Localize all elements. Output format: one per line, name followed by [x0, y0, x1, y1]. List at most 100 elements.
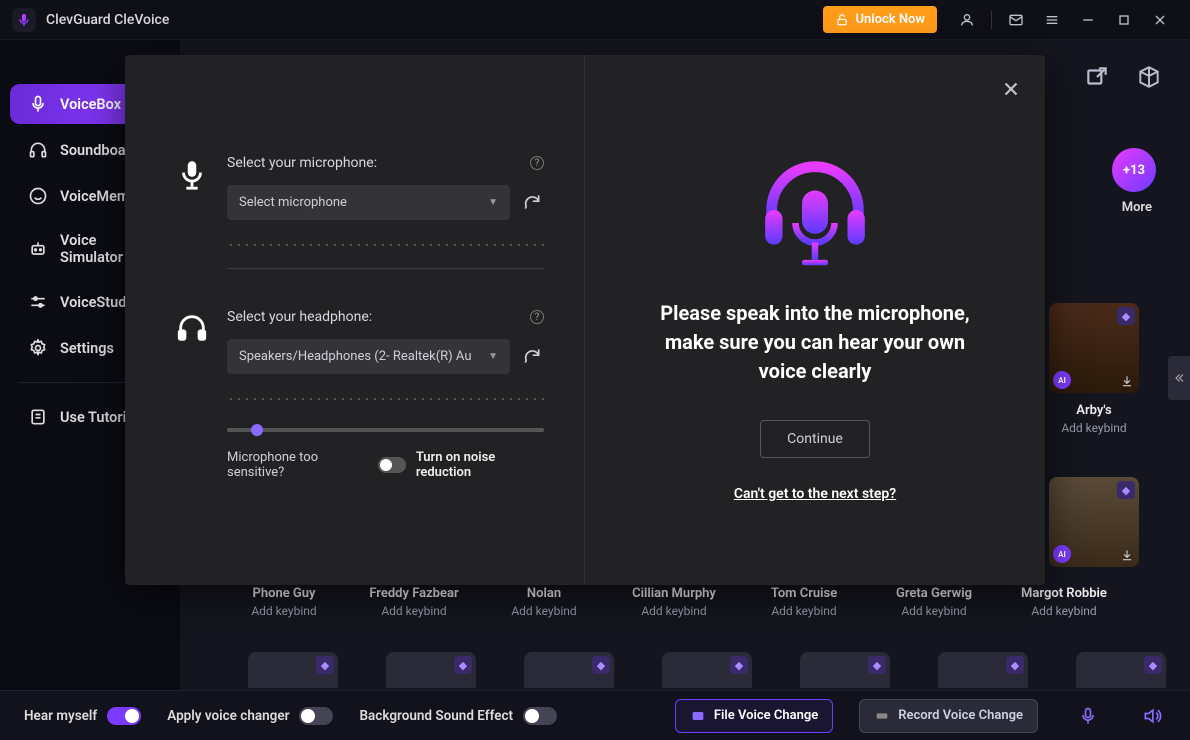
mail-icon[interactable]: [1002, 6, 1030, 34]
noise-toggle[interactable]: [378, 457, 406, 473]
mic-icon: [175, 157, 209, 191]
doc-icon: [28, 407, 48, 427]
button-label: Continue: [787, 431, 843, 447]
voice-keybind[interactable]: Add keybind: [1000, 604, 1128, 618]
volume-slider[interactable]: [227, 428, 544, 432]
toggle-switch[interactable]: [299, 707, 333, 725]
voice-card[interactable]: Cillian Murphy Add keybind: [610, 586, 738, 618]
voice-card[interactable]: Greta GerwigAdd keybind: [870, 586, 998, 618]
premium-icon: ◆: [454, 656, 472, 674]
toggle-switch[interactable]: [107, 707, 141, 725]
voice-card[interactable]: ◆ AI Arby's Add keybind: [1030, 303, 1158, 435]
headphones-icon: [28, 140, 48, 160]
voice-card[interactable]: Freddy FazbearAdd keybind: [350, 586, 478, 618]
voice-card[interactable]: ◆ AI: [1030, 477, 1158, 577]
voice-card[interactable]: Tom CruiseAdd keybind: [740, 586, 868, 618]
voice-keybind[interactable]: Add keybind: [870, 604, 998, 618]
voice-thumb[interactable]: ◆: [938, 652, 1028, 688]
voice-thumb[interactable]: ◆: [386, 652, 476, 688]
noise-label: Turn on noise reduction: [416, 450, 544, 480]
headphone-select[interactable]: Speakers/Headphones (2- Realtek(R) Au▼: [227, 339, 510, 374]
sidebar-label: Settings: [60, 340, 114, 357]
gear-icon: [28, 338, 48, 358]
voice-thumb[interactable]: ◆: [248, 652, 338, 688]
file-voice-change-button[interactable]: File Voice Change: [675, 699, 833, 733]
mic-select[interactable]: Select microphone ▼: [227, 185, 510, 220]
info-icon[interactable]: ?: [530, 156, 544, 170]
maximize-icon[interactable]: [1110, 6, 1138, 34]
download-icon[interactable]: [1119, 547, 1135, 563]
voice-thumb[interactable]: ◆: [800, 652, 890, 688]
record-voice-change-button[interactable]: Record Voice Change: [859, 699, 1038, 733]
close-icon[interactable]: [1146, 6, 1174, 34]
toggle-switch[interactable]: [523, 707, 557, 725]
smile-icon: [28, 186, 48, 206]
robot-icon: [28, 239, 48, 259]
premium-icon: ◆: [730, 656, 748, 674]
menu-icon[interactable]: [1038, 6, 1066, 34]
refresh-icon[interactable]: [522, 346, 544, 368]
toggle-label: Hear myself: [24, 708, 97, 724]
continue-button[interactable]: Continue: [760, 420, 870, 458]
voice-thumb[interactable]: ◆: [662, 652, 752, 688]
premium-icon: ◆: [316, 656, 334, 674]
apply-voice-changer-toggle[interactable]: Apply voice changer: [167, 707, 333, 725]
headphones-icon: [175, 311, 209, 345]
toggle-label: Background Sound Effect: [359, 708, 513, 724]
voice-thumb[interactable]: ◆: [1076, 652, 1166, 688]
premium-icon: ◆: [1006, 656, 1024, 674]
dice-icon[interactable]: [1136, 64, 1162, 90]
button-label: File Voice Change: [714, 708, 818, 723]
info-icon[interactable]: ?: [530, 310, 544, 324]
voice-thumb[interactable]: ◆: [524, 652, 614, 688]
bottom-bar: Hear myself Apply voice changer Backgrou…: [0, 690, 1190, 740]
premium-icon: ◆: [1144, 656, 1162, 674]
setup-modal: Select your microphone:? Select micropho…: [125, 55, 1045, 585]
voice-keybind[interactable]: Add keybind: [1030, 421, 1158, 435]
voice-card[interactable]: Nolan Add keybind: [480, 586, 608, 618]
voice-name: Arby's: [1030, 403, 1158, 418]
more-label: More: [1122, 200, 1152, 215]
level-meter: [227, 238, 544, 246]
sidebar-label: VoiceBox: [60, 96, 121, 113]
divider: [991, 11, 992, 29]
download-icon[interactable]: [1119, 373, 1135, 389]
voice-thumb: ◆ AI: [1049, 303, 1139, 393]
voice-name: Nolan: [480, 586, 608, 601]
minimize-icon[interactable]: [1074, 6, 1102, 34]
hear-myself-toggle[interactable]: Hear myself: [24, 707, 141, 725]
voice-keybind[interactable]: Add keybind: [350, 604, 478, 618]
voice-keybind[interactable]: Add keybind: [740, 604, 868, 618]
voice-name: Margot Robbie: [1000, 586, 1128, 601]
voice-grid-row: ◆ ◆ ◆ ◆ ◆ ◆ ◆: [244, 652, 1170, 690]
voice-keybind[interactable]: Add keybind: [220, 604, 348, 618]
mic-icon: [28, 94, 48, 114]
account-icon[interactable]: [953, 6, 981, 34]
mic-label: Select your microphone:?: [227, 155, 544, 171]
sensitive-label: Microphone too sensitive?: [227, 450, 368, 480]
headphone-label: Select your headphone:?: [227, 309, 544, 325]
ai-badge: AI: [1053, 545, 1071, 563]
voice-card[interactable]: Margot Robbie Add keybind: [1000, 586, 1128, 618]
sliders-icon: [28, 292, 48, 312]
select-value: Select microphone: [239, 195, 347, 210]
mic-icon[interactable]: [1074, 702, 1102, 730]
unlock-button[interactable]: Unlock Now: [823, 6, 937, 33]
close-icon[interactable]: [997, 75, 1025, 103]
expand-tab[interactable]: [1168, 356, 1190, 400]
app-title: ClevGuard CleVoice: [46, 12, 169, 28]
chevron-down-icon: ▼: [488, 197, 498, 208]
popout-icon[interactable]: [1084, 64, 1110, 90]
help-link[interactable]: Can't get to the next step?: [734, 486, 896, 502]
voice-keybind[interactable]: Add keybind: [610, 604, 738, 618]
more-badge[interactable]: +13: [1112, 148, 1156, 192]
voice-card[interactable]: Phone GuyAdd keybind: [220, 586, 348, 618]
premium-icon: ◆: [868, 656, 886, 674]
voice-keybind[interactable]: Add keybind: [480, 604, 608, 618]
button-label: Record Voice Change: [898, 708, 1023, 723]
refresh-icon[interactable]: [522, 192, 544, 214]
voice-name: Cillian Murphy: [610, 586, 738, 601]
modal-left: Select your microphone:? Select micropho…: [125, 55, 585, 585]
speaker-icon[interactable]: [1138, 702, 1166, 730]
bg-sound-toggle[interactable]: Background Sound Effect: [359, 707, 557, 725]
